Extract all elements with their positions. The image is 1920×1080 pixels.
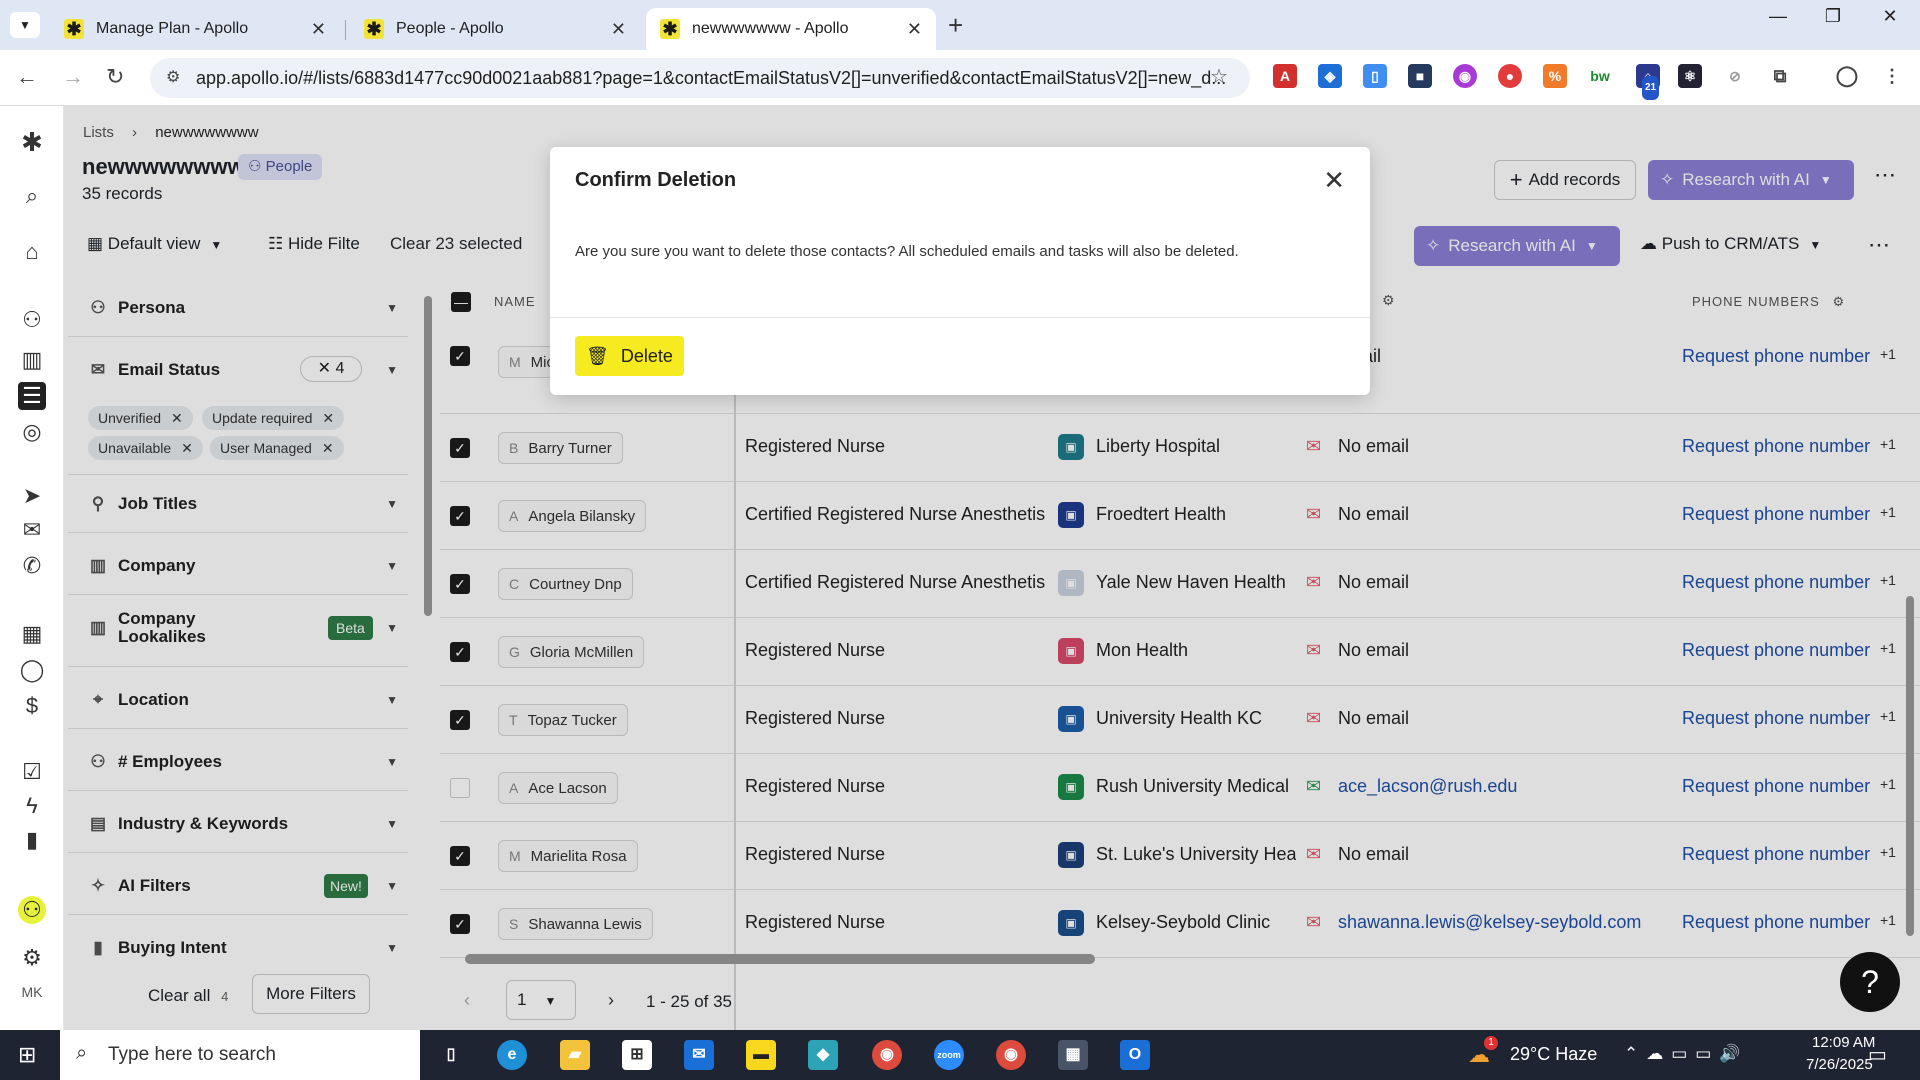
windows-start-icon[interactable]: ⊞ bbox=[18, 1042, 36, 1068]
browser-toolbar: ← → ↻ ⚙ app.apollo.io/#/lists/6883d1477c… bbox=[0, 50, 1920, 106]
workflows-icon[interactable]: ϟ bbox=[18, 792, 46, 820]
store-icon[interactable]: ⊞ bbox=[622, 1040, 652, 1070]
windows-taskbar: ⊞ ⌕ Type here to search ▯ e ▰ ⊞ ✉ ▬ ◆ ◉ … bbox=[0, 1030, 1920, 1080]
tab-label: People - Apollo bbox=[396, 20, 504, 37]
edge-icon[interactable]: e bbox=[497, 1040, 527, 1070]
chrome-icon[interactable]: ◉ bbox=[872, 1040, 902, 1070]
chrome-profile-icon[interactable]: ◉ bbox=[996, 1040, 1026, 1070]
phone-icon[interactable]: ✆ bbox=[18, 552, 46, 580]
close-icon[interactable]: ✕ bbox=[1323, 165, 1345, 196]
pokeball-extension-icon[interactable]: ● bbox=[1498, 64, 1522, 88]
weather-text[interactable]: 29°C Haze bbox=[1510, 1044, 1597, 1065]
tab-manage-plan[interactable]: ✱ Manage Plan - Apollo ✕ bbox=[50, 8, 340, 50]
shield-extension-icon[interactable]: ◈ bbox=[1318, 64, 1342, 88]
notifications-icon[interactable]: ▭ bbox=[1868, 1042, 1887, 1067]
color-extension-icon[interactable]: ◉ bbox=[1453, 64, 1477, 88]
browser-menu-icon[interactable]: ⋮ bbox=[1880, 64, 1904, 88]
extension-badge: 21 bbox=[1642, 76, 1660, 100]
confirm-deletion-modal: Confirm Deletion ✕ Are you sure you want… bbox=[550, 147, 1370, 395]
weather-badge: 1 bbox=[1484, 1036, 1498, 1050]
settings-icon[interactable]: ⚙ bbox=[18, 944, 46, 972]
trash-icon: 🗑 bbox=[586, 345, 609, 366]
lists-icon[interactable]: ☰ bbox=[18, 382, 46, 410]
nav-rail: ✱ ⌕ ⌂ ⚇ ▥ ☰ ◎ ➤ ✉ ✆ ▦ ◯ $ ☑ ϟ ▮ ⚇ ⚙ MK bbox=[0, 106, 64, 1030]
dollar-icon[interactable]: $ bbox=[18, 692, 46, 720]
task-view-icon[interactable]: ▯ bbox=[436, 1040, 466, 1070]
delete-button[interactable]: 🗑 Delete bbox=[575, 336, 684, 376]
clock-date[interactable]: 7/26/2025 bbox=[1806, 1056, 1873, 1073]
close-tab-icon[interactable]: ✕ bbox=[611, 19, 626, 40]
close-tab-icon[interactable]: ✕ bbox=[311, 19, 326, 40]
doc-extension-icon[interactable]: ▯ bbox=[1363, 64, 1387, 88]
avatar[interactable]: MK bbox=[18, 978, 46, 1006]
add-user-icon[interactable]: ⚇ bbox=[18, 896, 46, 924]
puzzle-extensions-icon[interactable]: ⧉ bbox=[1768, 64, 1792, 88]
react-extension-icon[interactable]: ⚛ bbox=[1678, 64, 1702, 88]
apollo-favicon-icon: ✱ bbox=[660, 19, 680, 39]
forward-icon[interactable]: → bbox=[62, 64, 84, 90]
profile-icon[interactable]: ◯ bbox=[1835, 64, 1859, 88]
browser-tab-bar: ▼ ✱ Manage Plan - Apollo ✕ ✱ People - Ap… bbox=[0, 0, 1920, 50]
close-tab-icon[interactable]: ✕ bbox=[907, 19, 922, 40]
modal-title: Confirm Deletion bbox=[575, 169, 737, 191]
people-icon[interactable]: ⚇ bbox=[18, 306, 46, 334]
search-icon[interactable]: ⌕ bbox=[18, 182, 46, 210]
tab-label: Manage Plan - Apollo bbox=[96, 20, 249, 37]
tasks-icon[interactable]: ☑ bbox=[18, 758, 46, 786]
signals-icon[interactable]: ◎ bbox=[18, 418, 46, 446]
modal-message: Are you sure you want to delete those co… bbox=[575, 243, 1239, 260]
tab-separator bbox=[345, 20, 346, 40]
home-icon[interactable]: ⌂ bbox=[18, 238, 46, 266]
close-window-icon[interactable]: ✕ bbox=[1870, 6, 1910, 27]
tab-list-dropdown[interactable]: ▼ bbox=[10, 12, 40, 38]
video-extension-icon[interactable]: ■ bbox=[1408, 64, 1432, 88]
taskbar-search[interactable]: ⌕ Type here to search bbox=[60, 1030, 420, 1080]
pdf-extension-icon[interactable]: A bbox=[1273, 64, 1297, 88]
percent-extension-icon[interactable]: % bbox=[1543, 64, 1567, 88]
apollo-logo-icon[interactable]: ✱ bbox=[18, 128, 46, 156]
tray-icons[interactable]: ⌃☁▭▭🔊 bbox=[1624, 1044, 1749, 1064]
restore-icon[interactable]: ❐ bbox=[1813, 6, 1853, 27]
site-info-icon[interactable]: ⚙ bbox=[166, 67, 180, 87]
clock-time[interactable]: 12:09 AM bbox=[1812, 1034, 1875, 1051]
clear-selected-button[interactable]: Clear 23 selected bbox=[390, 234, 522, 254]
help-button[interactable]: ? bbox=[1840, 952, 1900, 1012]
address-bar[interactable]: ⚙ app.apollo.io/#/lists/6883d1477cc90d00… bbox=[150, 58, 1250, 98]
minimize-icon[interactable]: — bbox=[1758, 6, 1798, 27]
url-text: app.apollo.io/#/lists/6883d1477cc90d0021… bbox=[196, 67, 1227, 88]
analytics-icon[interactable]: ▮ bbox=[18, 826, 46, 854]
tab-people[interactable]: ✱ People - Apollo ✕ bbox=[350, 8, 640, 50]
send-icon[interactable]: ➤ bbox=[18, 482, 46, 510]
back-icon[interactable]: ← bbox=[16, 64, 38, 90]
apollo-favicon-icon: ✱ bbox=[64, 19, 84, 39]
zoom-icon[interactable]: zoom bbox=[934, 1040, 964, 1070]
tab-newwwwwww[interactable]: ✱ newwwwwww - Apollo ✕ bbox=[646, 8, 936, 50]
chat-icon[interactable]: ◯ bbox=[18, 656, 46, 684]
file-explorer-icon[interactable]: ▰ bbox=[560, 1040, 590, 1070]
companies-icon[interactable]: ▥ bbox=[18, 346, 46, 374]
mail-app-icon[interactable]: ✉ bbox=[684, 1040, 714, 1070]
search-icon: ⌕ bbox=[76, 1042, 88, 1064]
bw-extension-icon[interactable]: bw bbox=[1588, 64, 1612, 88]
school-extension-icon[interactable]: ⌂21 bbox=[1636, 64, 1660, 100]
calculator-icon[interactable]: ▦ bbox=[1058, 1040, 1088, 1070]
new-tab-button[interactable]: + bbox=[948, 10, 963, 41]
bookmark-star-icon[interactable]: ☆ bbox=[1210, 64, 1228, 89]
reload-icon[interactable]: ↻ bbox=[106, 64, 124, 90]
apollo-favicon-icon: ✱ bbox=[364, 19, 384, 39]
outlook-icon[interactable]: O bbox=[1120, 1040, 1150, 1070]
calendar-icon[interactable]: ▦ bbox=[18, 620, 46, 648]
tab-label: newwwwwww - Apollo bbox=[692, 20, 849, 37]
compass-extension-icon[interactable]: ⊘ bbox=[1723, 64, 1747, 88]
app-icon[interactable]: ◆ bbox=[808, 1040, 838, 1070]
modal-divider bbox=[550, 317, 1370, 318]
mail-icon[interactable]: ✉ bbox=[18, 516, 46, 544]
sticky-notes-icon[interactable]: ▬ bbox=[746, 1040, 776, 1070]
